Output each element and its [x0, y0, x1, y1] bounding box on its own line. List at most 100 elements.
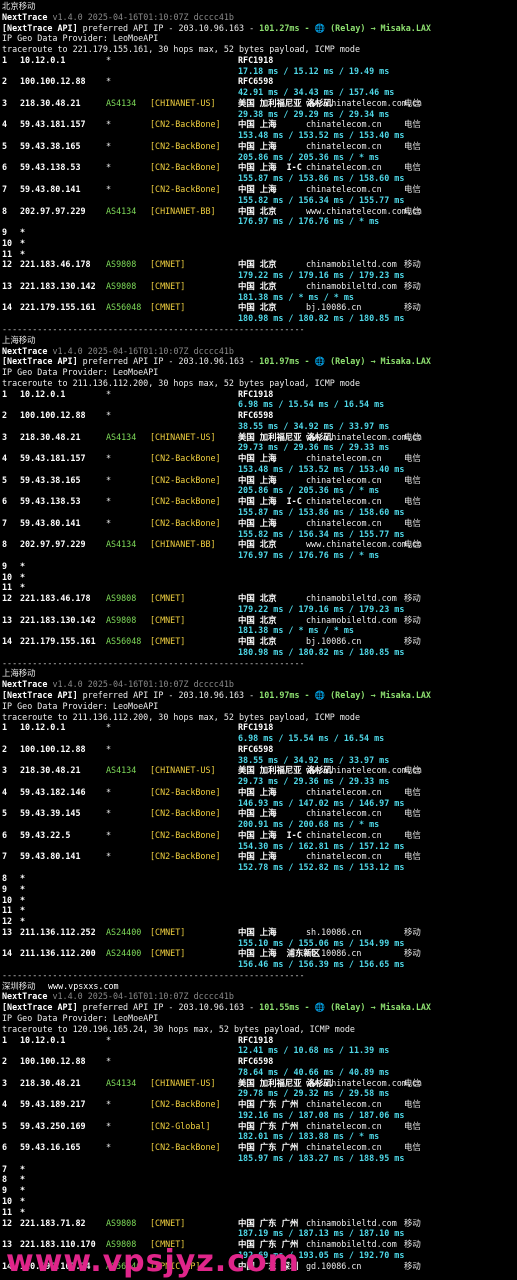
hop-number: 11	[2, 905, 13, 916]
app-name: NextTrace	[2, 679, 48, 690]
hop-geo: 中国 广东 广州	[238, 1217, 299, 1228]
api-relay: - 🌐 (Relay) → Misaka.LAX	[299, 356, 431, 367]
api-line: [NextTrace API] preferred API IP - 203.1…	[2, 23, 515, 34]
hop-isp: 移动	[404, 280, 421, 291]
hop-ip: *	[20, 560, 26, 571]
hop-rtt-values: 156.46 ms / 156.39 ms / 156.65 ms	[238, 959, 405, 970]
hop-number: 5	[2, 808, 8, 819]
hop-rtt-values: 200.91 ms / 200.68 ms / * ms	[238, 819, 380, 830]
hop-tag: [CN2-BackBone]	[150, 808, 221, 819]
hop-number: 5	[2, 474, 8, 485]
hop-rtt: 146.93 ms / 147.02 ms / 146.97 ms	[2, 798, 515, 809]
hop-row: 4 59.43.181.157 * [CN2-BackBone] 中国 上海 chinat…	[2, 453, 515, 464]
hop-isp: 电信	[404, 453, 421, 464]
hop-number: 2	[2, 1056, 8, 1067]
api-line: [NextTrace API] preferred API IP - 203.1…	[2, 1002, 515, 1013]
hop-asn: AS4134	[106, 431, 137, 442]
hop-asn: *	[106, 1099, 112, 1110]
hop-row: 7 59.43.80.141 * [CN2-BackBone] 中国 上海 chinate…	[2, 518, 515, 529]
hop-domain: bj.10086.cn	[306, 302, 362, 313]
hop-tag: [CN2-BackBone]	[150, 1142, 221, 1153]
hop-asn: AS56048	[106, 636, 142, 647]
hop-asn: AS4134	[106, 765, 137, 776]
hop-asn: AS9808	[106, 280, 137, 291]
hop-rtt: 29.38 ms / 29.29 ms / 29.34 ms	[2, 109, 515, 120]
block-title: 上海移动	[2, 335, 515, 346]
geo-provider-text: IP Geo Data Provider: LeoMoeAPI	[2, 367, 159, 378]
hop-tag: [CN2-BackBone]	[150, 140, 221, 151]
hop-ip: 218.30.48.21	[20, 765, 81, 776]
hop-tag: [CHINANET-BB]	[150, 205, 216, 216]
hop-asn: *	[106, 851, 112, 862]
hop-ip: 59.43.189.217	[20, 1099, 86, 1110]
hop-asn: *	[106, 76, 112, 87]
hop-row: 12 221.183.46.178 AS9808 [CMNET] 中国 北京 chinam…	[2, 593, 515, 604]
hop-geo: 中国 广东 广州	[238, 1120, 299, 1131]
traceroute-text: traceroute to 120.196.165.24, 30 hops ma…	[2, 1023, 355, 1034]
hop-row: 2 100.100.12.88 * RFC6598	[2, 410, 515, 421]
hop-domain: gd.10086.cn	[306, 1260, 362, 1271]
hop-geo: 中国 上海	[238, 517, 277, 528]
hop-ip: 211.136.112.200	[20, 948, 96, 959]
hop-row: 2 100.100.12.88 * RFC6598	[2, 76, 515, 87]
hop-domain: chinatelecom.cn	[306, 140, 382, 151]
hop-number: 14	[2, 302, 13, 313]
hop-row: 1 10.12.0.1 * RFC1918	[2, 1035, 515, 1046]
hop-ip: *	[20, 227, 26, 238]
hop-rtt-values: 146.93 ms / 147.02 ms / 146.97 ms	[238, 797, 405, 808]
hop-number: 11	[2, 1206, 13, 1217]
hop-rtt: 187.19 ms / 187.13 ms / 187.10 ms	[2, 1228, 515, 1239]
hop-rtt-values: 180.98 ms / 180.82 ms / 180.85 ms	[238, 646, 405, 657]
api-latency: 101.97ms	[259, 690, 300, 700]
hop-rtt-values: 42.91 ms / 34.43 ms / 157.46 ms	[238, 87, 395, 98]
hop-ip: 10.12.0.1	[20, 722, 66, 733]
hop-number: 8	[2, 1174, 8, 1185]
api-text: preferred API IP - 203.10.96.163 -	[77, 1002, 260, 1013]
hop-tag: [CN2-BackBone]	[150, 496, 221, 507]
hop-tag: [CN2-BackBone]	[150, 453, 221, 464]
hop-rtt: 154.30 ms / 162.81 ms / 157.12 ms	[2, 841, 515, 852]
hop-asn: *	[106, 410, 112, 421]
hop-geo: RFC6598	[238, 76, 274, 87]
hop-asn: AS4134	[106, 539, 137, 550]
hop-geo: 中国 上海	[238, 786, 277, 797]
hop-geo: 中国 北京	[238, 259, 277, 270]
hop-rtt-values: 29.73 ms / 29.36 ms / 29.33 ms	[238, 442, 390, 453]
hop-isp: 移动	[404, 636, 421, 647]
hop-row: 9 *	[2, 561, 515, 572]
block-title-text: 上海移动	[2, 668, 36, 679]
hop-ip: 218.30.48.21	[20, 431, 81, 442]
hop-isp: 移动	[404, 302, 421, 313]
hop-isp: 电信	[404, 829, 421, 840]
hop-rtt: 17.18 ms / 15.12 ms / 19.49 ms	[2, 66, 515, 77]
hop-geo: 中国 上海 I-C	[238, 496, 302, 507]
hop-geo: 中国 北京	[238, 614, 277, 625]
hop-row: 10 *	[2, 238, 515, 249]
hop-tag: [CHINANET-US]	[150, 431, 216, 442]
hop-geo: 中国 上海	[238, 119, 277, 130]
geo-provider-text: IP Geo Data Provider: LeoMoeAPI	[2, 33, 159, 44]
hop-ip: 10.12.0.1	[20, 54, 66, 65]
hop-number: 10	[2, 237, 13, 248]
hop-number: 13	[2, 926, 13, 937]
hop-number: 4	[2, 786, 8, 797]
hop-ip: 59.43.138.53	[20, 496, 81, 507]
hop-ip: 221.183.71.82	[20, 1217, 86, 1228]
site-watermark: www.vpsjyz.com	[6, 1244, 300, 1279]
hop-number: 11	[2, 582, 13, 593]
hop-tag: [CN2-BackBone]	[150, 119, 221, 130]
geo-provider-text: IP Geo Data Provider: LeoMoeAPI	[2, 1012, 159, 1023]
hop-rtt: 38.55 ms / 34.92 ms / 33.97 ms	[2, 755, 515, 766]
hop-asn: *	[106, 388, 112, 399]
hop-domain: bj.10086.cn	[306, 636, 362, 647]
hop-ip: *	[20, 1185, 26, 1196]
hop-rtt: 156.46 ms / 156.39 ms / 156.65 ms	[2, 959, 515, 970]
hop-ip: 211.136.112.252	[20, 926, 96, 937]
hop-domain: sh.10086.cn	[306, 926, 362, 937]
hop-isp: 电信	[404, 184, 421, 195]
hop-rtt-values: 38.55 ms / 34.92 ms / 33.97 ms	[238, 420, 390, 431]
hop-number: 2	[2, 743, 8, 754]
hop-domain: chinamobileltd.com	[306, 593, 397, 604]
hop-ip: 221.179.155.161	[20, 302, 96, 313]
hop-rtt: 155.82 ms / 156.34 ms / 155.77 ms	[2, 529, 515, 540]
